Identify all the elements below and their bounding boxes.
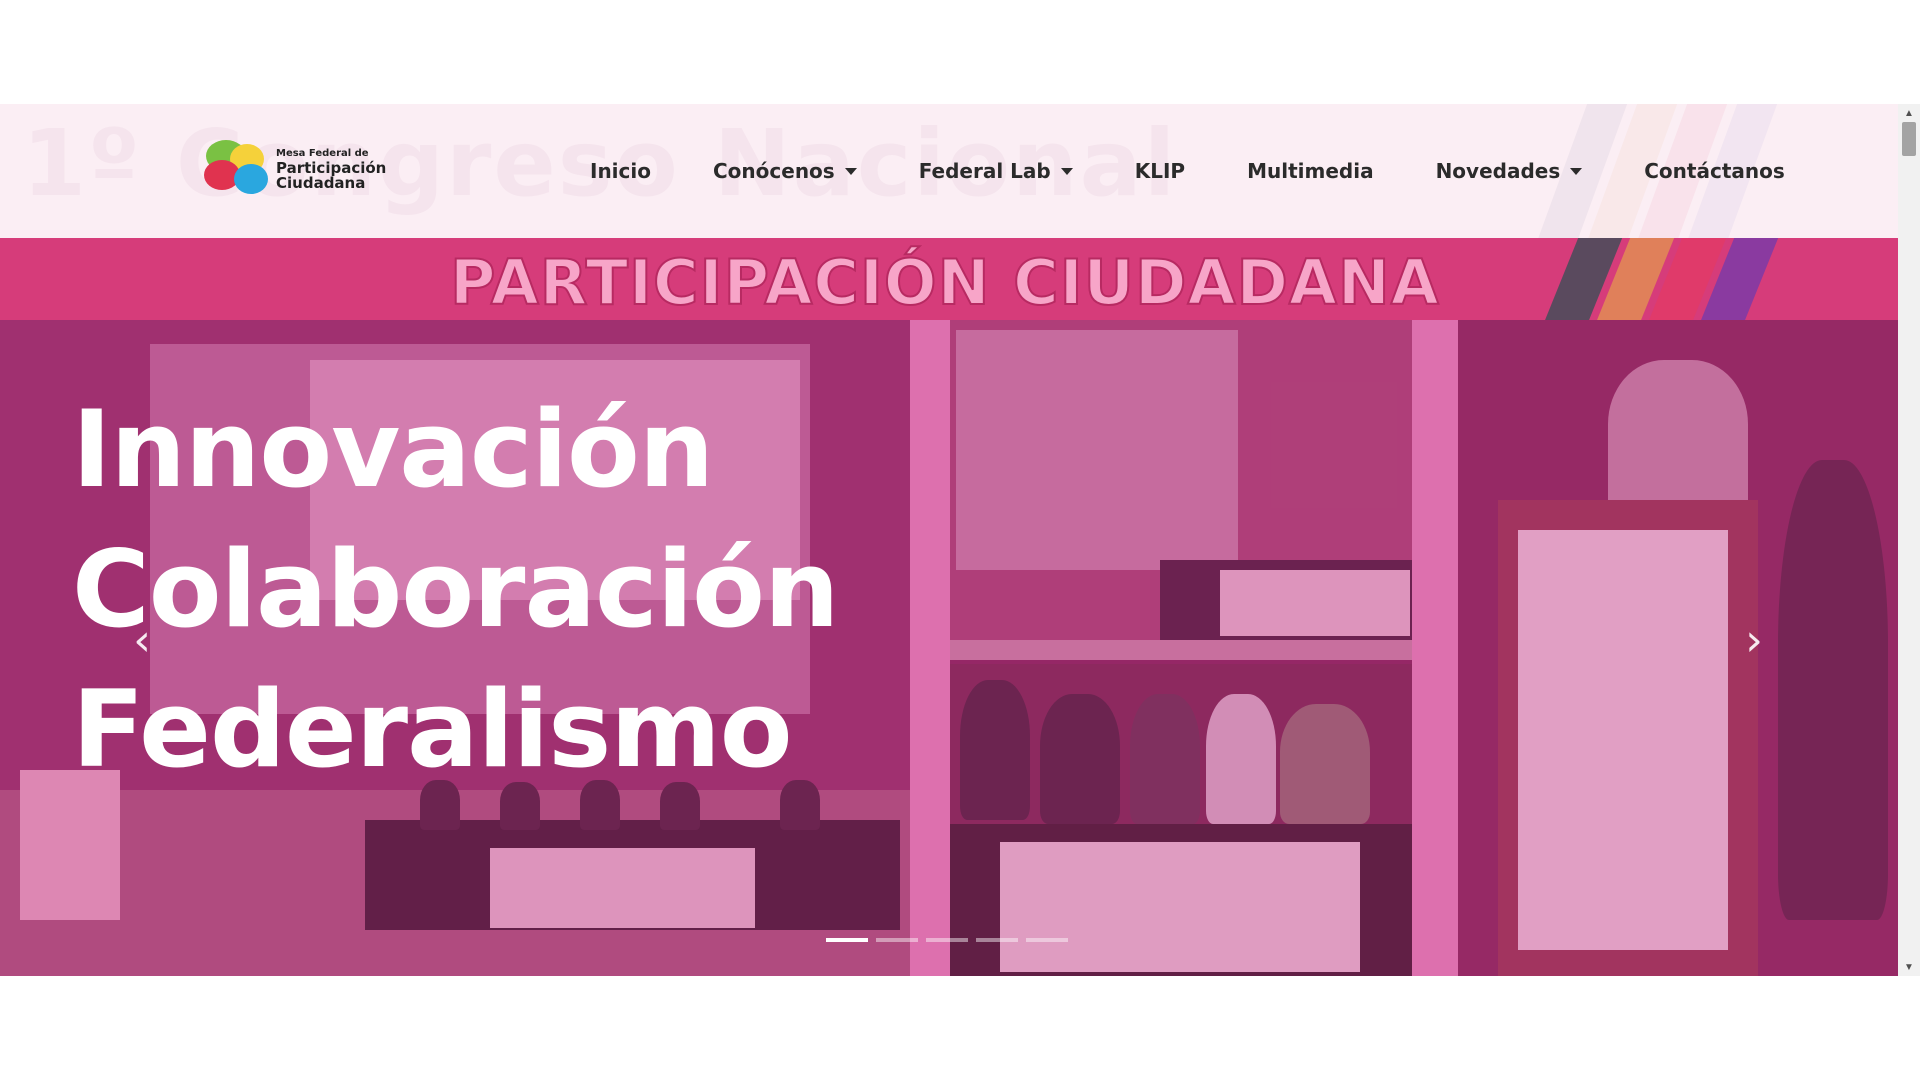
- nav-item-label: Conócenos: [713, 159, 835, 183]
- banner-title: PARTICIPACIÓN CIUDADANA: [449, 245, 1440, 320]
- nav-item-label: Novedades: [1435, 159, 1561, 183]
- nav-item-label: KLIP: [1134, 159, 1186, 183]
- nav-item-inicio[interactable]: Inicio: [590, 159, 651, 183]
- nav-item-federal-lab[interactable]: Federal Lab: [919, 159, 1073, 183]
- caret-down-icon: [1570, 167, 1583, 175]
- vertical-scrollbar[interactable]: ▲ ▼: [1898, 104, 1920, 976]
- hero-headline: Innovación Colaboración Federalismo: [72, 380, 839, 800]
- logo-text: Mesa Federal de Participación Ciudadana: [276, 146, 386, 191]
- caret-down-icon: [844, 167, 857, 175]
- chevron-right-icon: ›: [1745, 614, 1763, 666]
- hero-carousel: Innovación Colaboración Federalismo ‹ ›: [0, 320, 1898, 976]
- headline-line-2: Colaboración: [72, 528, 839, 651]
- nav-item-contactanos[interactable]: Contáctanos: [1644, 159, 1785, 183]
- logo-line-3: Ciudadana: [276, 173, 366, 192]
- nav-item-label: Multimedia: [1247, 159, 1374, 183]
- carousel-indicators: [826, 938, 1076, 942]
- nav-item-label: Contáctanos: [1644, 159, 1785, 183]
- carousel-prev-button[interactable]: ‹: [122, 615, 162, 666]
- site-logo[interactable]: Mesa Federal de Participación Ciudadana: [204, 138, 386, 198]
- carousel-indicator[interactable]: [926, 938, 968, 942]
- participacion-banner: PARTICIPACIÓN CIUDADANA: [0, 238, 1898, 320]
- nav-item-klip[interactable]: KLIP: [1135, 159, 1185, 183]
- scroll-up-icon[interactable]: ▲: [1898, 104, 1920, 122]
- headline-line-1: Innovación: [72, 388, 714, 511]
- nav-item-novedades[interactable]: Novedades: [1436, 159, 1583, 183]
- carousel-next-button[interactable]: ›: [1734, 615, 1774, 666]
- nav-item-conocenos[interactable]: Conócenos: [713, 159, 857, 183]
- headline-line-3: Federalismo: [72, 668, 793, 791]
- carousel-indicator[interactable]: [976, 938, 1018, 942]
- carousel-indicator[interactable]: [876, 938, 918, 942]
- nav-item-label: Inicio: [590, 159, 651, 183]
- browser-viewport: 1º Congreso Nacional Mesa Federal de Par…: [0, 104, 1898, 976]
- scrollbar-thumb[interactable]: [1902, 122, 1916, 156]
- logo-bubbles-icon: [204, 138, 270, 198]
- nav-item-label: Federal Lab: [918, 159, 1051, 183]
- scroll-down-icon[interactable]: ▼: [1898, 958, 1920, 976]
- chevron-left-icon: ‹: [133, 614, 151, 666]
- site-header: 1º Congreso Nacional Mesa Federal de Par…: [0, 104, 1898, 238]
- nav-item-multimedia[interactable]: Multimedia: [1247, 159, 1373, 183]
- carousel-indicator[interactable]: [1026, 938, 1068, 942]
- carousel-indicator[interactable]: [826, 938, 868, 942]
- main-nav: Inicio Conócenos Federal Lab KLIP Multim…: [590, 156, 1785, 186]
- caret-down-icon: [1060, 167, 1073, 175]
